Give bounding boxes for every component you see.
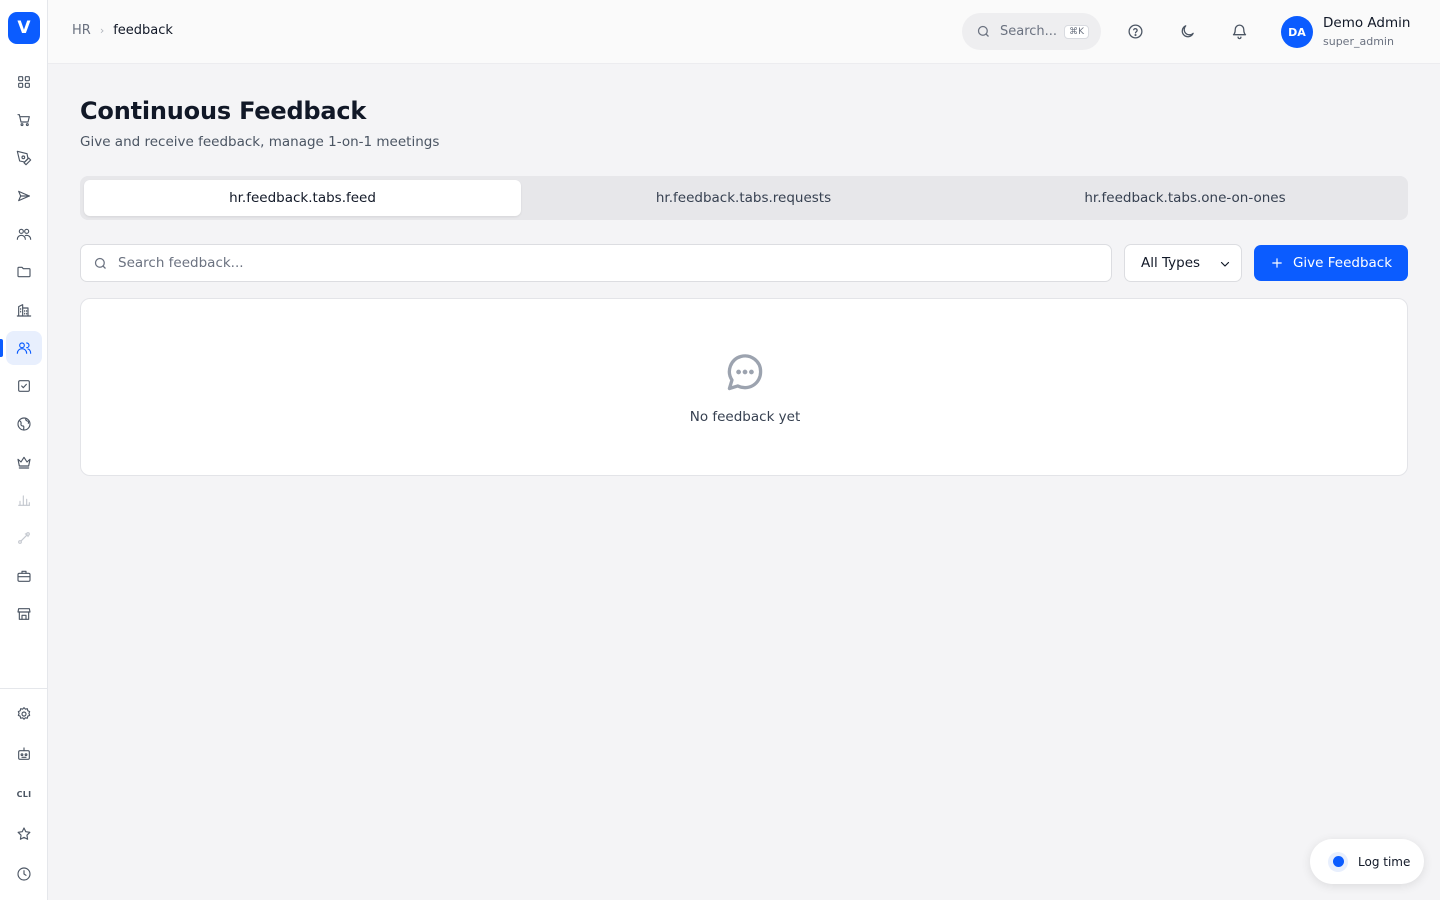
sidebar-divider xyxy=(0,688,48,689)
send-icon xyxy=(18,190,30,202)
bar-chart-icon xyxy=(18,495,30,506)
sidebar: V CLI xyxy=(0,0,48,900)
sidebar-item-files[interactable] xyxy=(6,255,42,289)
sidebar-item-team[interactable] xyxy=(6,217,42,251)
clock-icon xyxy=(17,867,31,881)
feedback-empty-state: No feedback yet xyxy=(80,298,1408,476)
sidebar-item-premium[interactable] xyxy=(6,445,42,479)
dashboard-grid-icon xyxy=(18,76,30,88)
workflow-icon xyxy=(18,532,30,544)
sidebar-item-assistant[interactable] xyxy=(6,737,42,771)
tab-list: hr.feedback.tabs.feed hr.feedback.tabs.r… xyxy=(80,176,1408,220)
sidebar-item-design[interactable] xyxy=(6,141,42,175)
help-button[interactable] xyxy=(1124,20,1146,42)
search-icon xyxy=(94,257,106,269)
sidebar-item-jobs[interactable] xyxy=(6,559,42,593)
sidebar-item-settings[interactable] xyxy=(6,697,42,731)
breadcrumb-root[interactable]: HR xyxy=(72,23,91,38)
crown-icon xyxy=(17,456,31,469)
global-search[interactable]: Search... ⌘K xyxy=(962,13,1101,50)
sidebar-item-workflows[interactable] xyxy=(6,521,42,555)
type-filter-select[interactable]: All Types xyxy=(1124,244,1242,282)
robot-icon xyxy=(18,747,30,760)
sidebar-item-history[interactable] xyxy=(6,857,42,891)
page-title: Continuous Feedback xyxy=(80,97,367,125)
breadcrumb-current: feedback xyxy=(113,23,173,38)
team-icon xyxy=(16,228,32,240)
search-shortcut: ⌘K xyxy=(1064,24,1089,39)
global-search-placeholder: Search... xyxy=(1000,24,1058,39)
sidebar-item-reports[interactable] xyxy=(6,483,42,517)
feedback-search-input[interactable] xyxy=(118,255,1078,271)
page-subtitle: Give and receive feedback, manage 1-on-1… xyxy=(80,134,440,150)
user-name[interactable]: Demo Admin xyxy=(1323,15,1410,31)
plus-icon xyxy=(1272,258,1282,268)
sidebar-item-store[interactable] xyxy=(6,597,42,631)
sidebar-item-shop[interactable] xyxy=(6,103,42,137)
gear-icon xyxy=(17,707,31,720)
sidebar-item-campaigns[interactable] xyxy=(6,179,42,213)
give-feedback-button[interactable]: Give Feedback xyxy=(1254,245,1408,281)
timer-icon xyxy=(1328,851,1348,872)
give-feedback-label: Give Feedback xyxy=(1292,255,1393,271)
sidebar-item-tasks[interactable] xyxy=(6,369,42,403)
avatar[interactable]: DA xyxy=(1281,16,1313,48)
sidebar-item-company[interactable] xyxy=(6,293,42,327)
pen-tool-icon xyxy=(16,150,32,166)
tab-one-on-ones[interactable]: hr.feedback.tabs.one-on-ones xyxy=(966,180,1404,216)
building-icon xyxy=(16,304,32,317)
app-logo[interactable]: V xyxy=(8,12,40,44)
sidebar-item-dashboard[interactable] xyxy=(6,65,42,99)
theme-toggle-button[interactable] xyxy=(1176,20,1198,42)
feedback-search xyxy=(80,244,1112,282)
briefcase-icon xyxy=(17,570,31,582)
sidebar-item-cli[interactable]: CLI xyxy=(6,777,42,811)
globe-icon xyxy=(17,417,31,431)
search-icon xyxy=(977,25,989,37)
shopping-cart-icon xyxy=(17,114,30,127)
checkbox-icon xyxy=(18,380,30,392)
tab-feed[interactable]: hr.feedback.tabs.feed xyxy=(84,180,521,216)
top-bar: HR › feedback Search... ⌘K DA Demo Admin… xyxy=(48,0,1440,64)
tab-requests[interactable]: hr.feedback.tabs.requests xyxy=(525,180,962,216)
folder-icon xyxy=(17,266,31,278)
star-icon xyxy=(17,827,31,840)
users-icon xyxy=(16,342,32,354)
empty-state-text: No feedback yet xyxy=(689,409,801,425)
store-icon xyxy=(17,608,31,620)
log-time-label: Log time xyxy=(1358,854,1411,869)
sidebar-item-web[interactable] xyxy=(6,407,42,441)
sidebar-item-favorites[interactable] xyxy=(6,817,42,851)
active-indicator xyxy=(0,339,3,357)
message-circle-icon xyxy=(723,350,767,394)
chevron-right-icon: › xyxy=(99,24,105,37)
type-filter-value: All Types xyxy=(1141,255,1201,271)
bell-icon xyxy=(1232,23,1246,39)
breadcrumb: HR › feedback xyxy=(72,23,173,38)
notifications-button[interactable] xyxy=(1228,20,1250,42)
sidebar-item-hr[interactable] xyxy=(6,331,42,365)
chevron-down-icon xyxy=(1220,261,1230,267)
cli-label: CLI xyxy=(16,789,32,799)
log-time-button[interactable]: Log time xyxy=(1310,839,1424,884)
help-circle-icon xyxy=(1127,23,1143,39)
moon-icon xyxy=(1181,24,1194,37)
user-role: super_admin xyxy=(1323,35,1394,48)
